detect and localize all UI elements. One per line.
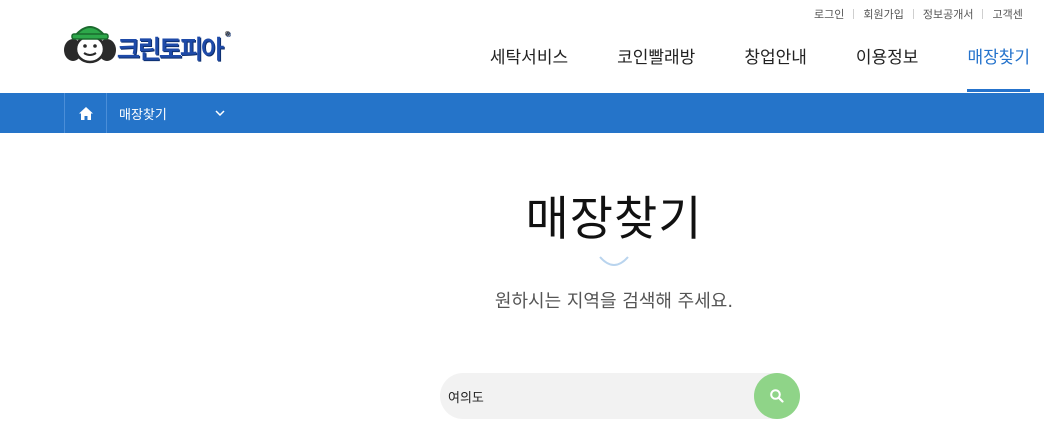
title-decoration xyxy=(599,256,629,266)
breadcrumb-dropdown[interactable]: 매장찾기 xyxy=(106,93,239,133)
page-title: 매장찾기 xyxy=(525,192,703,247)
nav-item-store-finder[interactable]: 매장찾기 xyxy=(967,40,1030,92)
brand-logo[interactable]: 크린토피아® xyxy=(62,16,262,68)
brand-name: 크린토피아® xyxy=(117,30,231,64)
nav-item-laundry-service[interactable]: 세탁서비스 xyxy=(490,40,568,92)
page-subtitle: 원하시는 지역을 검색해 주세요. xyxy=(494,291,734,312)
chevron-down-icon xyxy=(215,110,225,116)
search-button[interactable] xyxy=(754,373,800,419)
search-input[interactable] xyxy=(440,373,780,419)
main-nav: 세탁서비스 코인빨래방 창업안내 이용정보 매장찾기 xyxy=(441,40,1030,92)
store-search xyxy=(440,373,800,419)
disclosure-link[interactable]: 정보공개서 xyxy=(914,6,983,22)
home-button[interactable] xyxy=(64,93,107,133)
nav-item-usage-info[interactable]: 이용정보 xyxy=(856,40,919,92)
nav-item-coin-laundry[interactable]: 코인빨래방 xyxy=(617,40,695,92)
signup-link[interactable]: 회원가입 xyxy=(854,6,912,22)
breadcrumb-current: 매장찾기 xyxy=(119,107,167,123)
utility-nav: 로그인 회원가입 정보공개서 고객센 xyxy=(800,7,1044,21)
mascot-icon xyxy=(64,26,116,64)
nav-item-franchise[interactable]: 창업안내 xyxy=(744,40,807,92)
login-link[interactable]: 로그인 xyxy=(800,6,853,22)
breadcrumb-bar: 매장찾기 xyxy=(0,93,1044,133)
customer-center-link[interactable]: 고객센 xyxy=(983,6,1031,22)
search-icon xyxy=(770,389,784,403)
home-icon xyxy=(78,106,93,120)
